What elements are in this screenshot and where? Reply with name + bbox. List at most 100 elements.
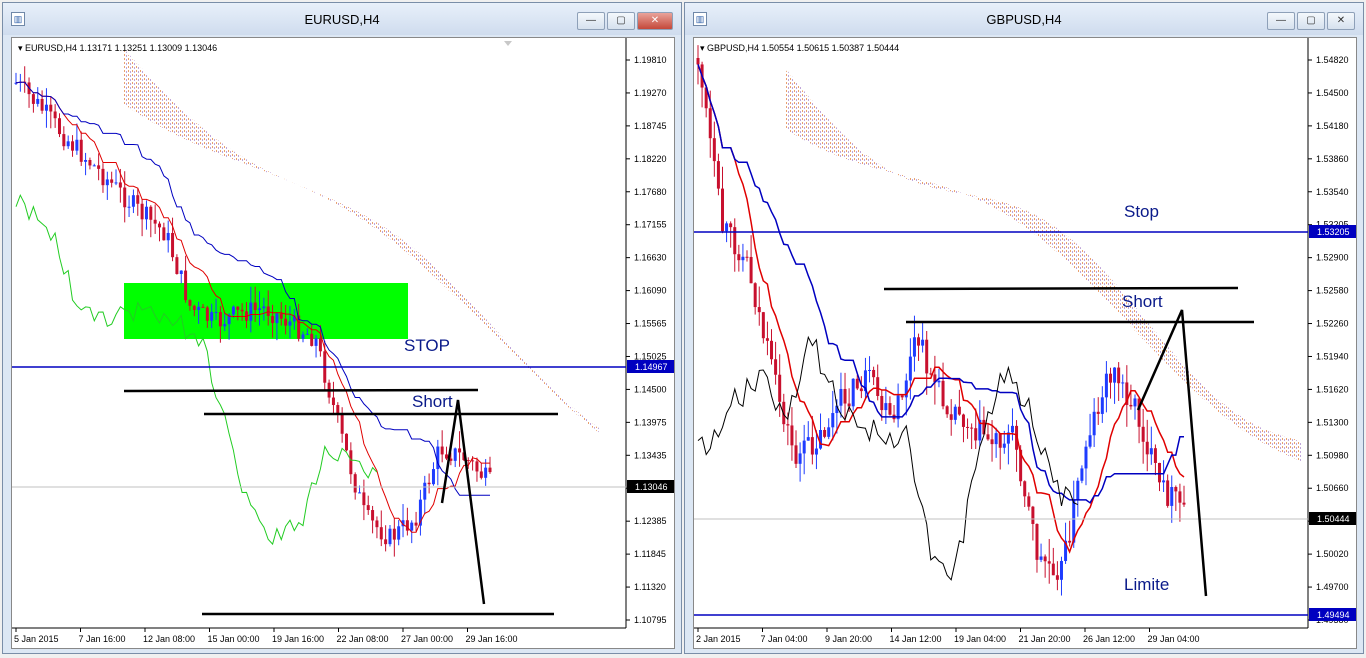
- candle-body: [1051, 563, 1055, 576]
- candle-body: [197, 306, 201, 310]
- maximize-button[interactable]: ▢: [607, 12, 635, 30]
- time-tick-label: 21 Jan 20:00: [1019, 634, 1071, 644]
- eurusd-window[interactable]: ▥ EURUSD,H4 — ▢ ✕ STOP Short ▾ EURUSD,H4…: [2, 2, 682, 654]
- price-tick-label: 1.18745: [634, 121, 667, 131]
- short-annotation: Short: [1122, 292, 1163, 311]
- time-tick-label: 29 Jan 16:00: [466, 634, 518, 644]
- candle-body: [1010, 425, 1014, 433]
- time-tick-label: 26 Jan 12:00: [1083, 634, 1135, 644]
- candle-body: [753, 283, 757, 308]
- candle-body: [1104, 373, 1108, 398]
- candle-body: [872, 369, 876, 378]
- candle-body: [1047, 561, 1051, 564]
- candle-body: [1096, 411, 1100, 414]
- candle-body: [379, 527, 383, 540]
- limit-annotation: Limite: [1124, 575, 1169, 594]
- candle-body: [453, 448, 457, 461]
- short-annotation: Short: [412, 392, 453, 411]
- candle-body: [279, 313, 283, 319]
- candle-body: [488, 467, 492, 473]
- candle-body: [305, 333, 309, 335]
- candle-body: [79, 139, 83, 162]
- candle-body: [1084, 446, 1088, 469]
- candle-body: [340, 414, 344, 434]
- candle-body: [136, 195, 140, 204]
- candle-body: [1088, 435, 1092, 447]
- candle-body: [1157, 462, 1161, 483]
- candle-body: [868, 369, 872, 371]
- candle-body: [201, 306, 205, 308]
- candle-body: [188, 300, 192, 306]
- candle-body: [31, 94, 35, 104]
- candle-body: [945, 406, 949, 415]
- candle-body: [859, 388, 863, 392]
- candle-body: [896, 395, 900, 420]
- close-button[interactable]: ✕: [1327, 12, 1355, 30]
- candle-body: [410, 522, 414, 531]
- candle-body: [1129, 404, 1133, 407]
- gbpusd-chart-area[interactable]: Stop Short Limite ▾ GBPUSD,H4 1.50554 1.…: [693, 37, 1357, 649]
- candle-body: [253, 302, 257, 311]
- candle-body: [839, 388, 843, 406]
- candle-body: [458, 448, 462, 453]
- minimize-button[interactable]: —: [1267, 12, 1295, 30]
- candle-body: [827, 427, 831, 437]
- candle-body: [716, 161, 720, 189]
- candle-body: [288, 321, 292, 326]
- candle-body: [231, 306, 235, 315]
- gbpusd-titlebar[interactable]: ▥ GBPUSD,H4 — ▢ ✕: [685, 3, 1363, 35]
- price-tick-label: 1.54820: [1316, 55, 1349, 65]
- price-tick-label: 1.51300: [1316, 417, 1349, 427]
- candle-body: [1162, 480, 1166, 483]
- candle-body: [1100, 397, 1104, 414]
- candle-body: [349, 450, 353, 475]
- time-tick-label: 29 Jan 04:00: [1148, 634, 1200, 644]
- candle-body: [179, 270, 183, 274]
- close-button[interactable]: ✕: [637, 12, 673, 30]
- candle-body: [366, 505, 370, 511]
- time-tick-label: 9 Jan 20:00: [825, 634, 872, 644]
- candle-body: [114, 182, 118, 184]
- candle-body: [908, 356, 912, 381]
- candle-body: [49, 104, 53, 112]
- gbpusd-chart[interactable]: Stop Short Limite ▾ GBPUSD,H4 1.50554 1.…: [694, 38, 1357, 649]
- candle-body: [802, 440, 806, 454]
- candle-body: [765, 338, 769, 341]
- chart-background: [12, 38, 674, 648]
- minimize-button[interactable]: —: [577, 12, 605, 30]
- candle-body: [806, 437, 810, 441]
- candle-body: [1092, 411, 1096, 436]
- resistance-line-1: [883, 286, 1239, 291]
- stop-annotation: STOP: [404, 336, 450, 355]
- candle-body: [40, 98, 44, 111]
- eurusd-chart[interactable]: STOP Short ▾ EURUSD,H4 1.13171 1.13251 1…: [12, 38, 675, 649]
- candle-body: [814, 448, 818, 455]
- limit-price-value: 1.49494: [1317, 610, 1350, 620]
- candle-body: [97, 165, 101, 169]
- candle-body: [57, 118, 61, 135]
- candle-body: [318, 338, 322, 352]
- eurusd-titlebar[interactable]: ▥ EURUSD,H4 — ▢ ✕: [3, 3, 681, 35]
- candle-body: [843, 388, 847, 404]
- price-tick-label: 1.52260: [1316, 319, 1349, 329]
- price-tick-label: 1.51620: [1316, 384, 1349, 394]
- candle-body: [831, 413, 835, 428]
- price-tick-label: 1.50020: [1316, 549, 1349, 559]
- eurusd-chart-area[interactable]: STOP Short ▾ EURUSD,H4 1.13171 1.13251 1…: [11, 37, 675, 649]
- candle-body: [1039, 556, 1043, 560]
- candle-body: [1149, 448, 1153, 455]
- gbpusd-window[interactable]: ▥ GBPUSD,H4 — ▢ ✕ Stop Short Limite ▾ GB…: [684, 2, 1364, 654]
- candle-body: [423, 482, 427, 500]
- candle-body: [761, 312, 765, 339]
- candle-body: [36, 98, 40, 104]
- candle-body: [158, 223, 162, 228]
- candle-body: [475, 461, 479, 472]
- price-tick-label: 1.11320: [634, 582, 666, 592]
- maximize-button[interactable]: ▢: [1297, 12, 1325, 30]
- candle-body: [855, 378, 859, 389]
- price-tick-label: 1.11845: [634, 549, 666, 559]
- candle-body: [998, 433, 1002, 448]
- window-title: GBPUSD,H4: [986, 12, 1062, 27]
- candle-body: [1080, 468, 1084, 481]
- candle-body: [1023, 481, 1027, 497]
